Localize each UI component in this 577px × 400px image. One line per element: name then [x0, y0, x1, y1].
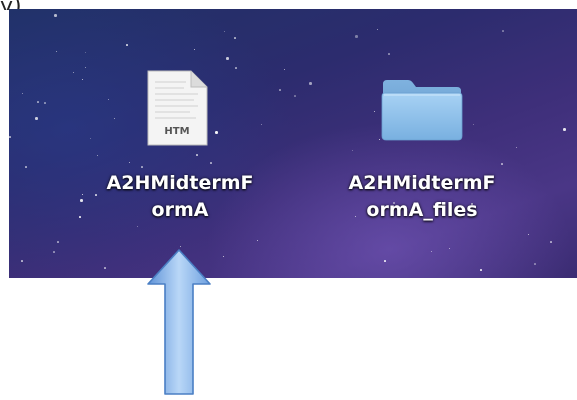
star [25, 166, 27, 168]
star [21, 260, 23, 262]
star [126, 44, 128, 46]
htm-file-icon: HTM [147, 70, 208, 146]
star [57, 241, 59, 243]
htm-file-label-line1: A2HMidtermF [106, 172, 254, 194]
star [309, 82, 312, 85]
star [431, 251, 432, 252]
star [104, 267, 106, 269]
star [35, 117, 38, 120]
star [223, 256, 224, 257]
folder-icon [381, 80, 463, 141]
star [355, 35, 358, 38]
star [377, 29, 378, 30]
star [224, 31, 225, 32]
star [528, 234, 529, 235]
star [384, 260, 386, 262]
desktop-item-htm-file[interactable]: HTM A2HMidtermF ormA [80, 54, 280, 244]
htm-badge-text: HTM [164, 126, 189, 137]
star [73, 72, 74, 73]
star [449, 248, 450, 249]
star [294, 95, 296, 97]
star [534, 263, 536, 265]
desktop-item-folder[interactable]: A2HMidtermF ormA_files [322, 54, 522, 244]
star [85, 52, 86, 53]
htm-file-label-line2: ormA [151, 199, 209, 221]
star [37, 101, 39, 103]
arrow-up-icon [147, 249, 211, 395]
star [234, 37, 236, 39]
star [54, 14, 57, 17]
desktop-background: HTM A2HMidtermF ormA A2HMidtermF ormA_fi… [9, 9, 577, 278]
htm-file-label: A2HMidtermF ormA [80, 170, 280, 224]
star [480, 269, 482, 271]
star [180, 246, 181, 247]
star [502, 30, 504, 32]
star [56, 51, 57, 52]
screenshot-canvas: y) HTM A2HMidtermF ormA [0, 0, 577, 400]
star [194, 49, 195, 50]
star [22, 93, 23, 94]
star [563, 128, 566, 131]
star [9, 136, 11, 138]
folder-label-line1: A2HMidtermF [348, 172, 496, 194]
star [53, 251, 55, 253]
star [44, 102, 46, 104]
star [550, 241, 552, 243]
folder-label-line2: ormA_files [366, 199, 478, 221]
folder-label: A2HMidtermF ormA_files [322, 170, 522, 224]
star [284, 69, 285, 70]
